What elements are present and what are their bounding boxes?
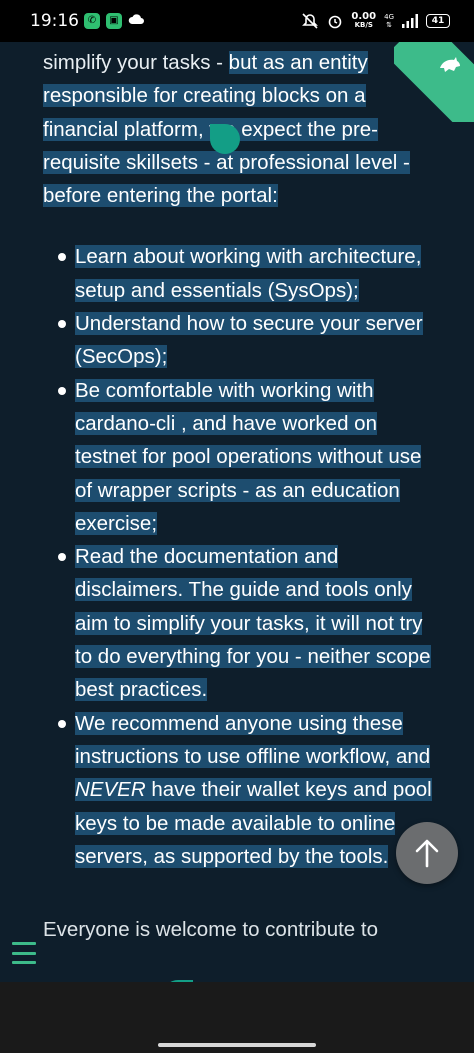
status-indicators: 0.00 KB/S 4G ⇅ 41 <box>301 9 450 33</box>
signal-strength-icon <box>402 14 418 28</box>
network-type-label: 4G <box>384 13 394 21</box>
battery-icon: 41 <box>426 14 450 28</box>
hamburger-menu-icon[interactable] <box>12 942 36 964</box>
list-item: Learn about working with architecture, s… <box>58 240 443 307</box>
list-item-emphasis: NEVER <box>75 778 146 802</box>
intro-paragraph[interactable]: simplify your tasks - but as an entity r… <box>43 46 443 212</box>
list-item-text: We recommend anyone using these instruct… <box>75 711 432 868</box>
whatsapp-notification-icon: ✆ <box>84 13 100 29</box>
list-item: Understand how to secure your server (Se… <box>58 307 443 374</box>
network-speed-value: 0.00 <box>351 11 377 22</box>
article-text[interactable]: simplify your tasks - but as an entity r… <box>43 46 443 967</box>
list-item: Read the documentation and disclaimers. … <box>58 540 443 706</box>
app-notification-icon: ▣ <box>106 13 122 29</box>
dragon-icon <box>440 57 460 72</box>
back-to-top-button[interactable] <box>396 822 458 884</box>
app-screen: 19:16 ✆ ▣ 0.00 KB/S 4G ⇅ 41 simplify you… <box>0 0 474 1053</box>
mute-notifications-icon <box>302 13 319 29</box>
selection-start-handle[interactable] <box>210 124 240 154</box>
list-item-text-before: We recommend anyone using these instruct… <box>75 711 431 768</box>
corner-ribbon[interactable] <box>394 42 474 122</box>
navigation-bar <box>0 982 474 1053</box>
next-paragraph: Everyone is welcome to contribute to <box>43 918 378 942</box>
list-item-text: Read the documentation and disclaimers. … <box>75 545 431 702</box>
network-speed: 0.00 KB/S <box>351 12 376 30</box>
status-time: 19:16 <box>30 11 79 31</box>
cloud-icon <box>128 14 144 24</box>
intro-text: simplify your tasks - <box>43 51 229 74</box>
network-type: 4G ⇅ <box>384 13 394 29</box>
requirements-list: Learn about working with architecture, s… <box>43 240 443 873</box>
list-item-text: Understand how to secure your server (Se… <box>75 312 423 369</box>
list-item-text: Learn about working with architecture, s… <box>75 245 422 302</box>
list-item: Be comfortable with working with cardano… <box>58 374 443 540</box>
list-item: We recommend anyone using these instruct… <box>58 707 443 873</box>
list-item-text: Be comfortable with working with cardano… <box>75 378 422 535</box>
status-bar: 19:16 ✆ ▣ 0.00 KB/S 4G ⇅ 41 <box>0 0 474 42</box>
data-arrows-icon: ⇅ <box>386 21 392 29</box>
network-speed-unit: KB/S <box>354 21 373 29</box>
arrow-up-icon <box>415 839 439 868</box>
alarm-icon <box>329 15 342 29</box>
gesture-handle[interactable] <box>158 1043 316 1047</box>
